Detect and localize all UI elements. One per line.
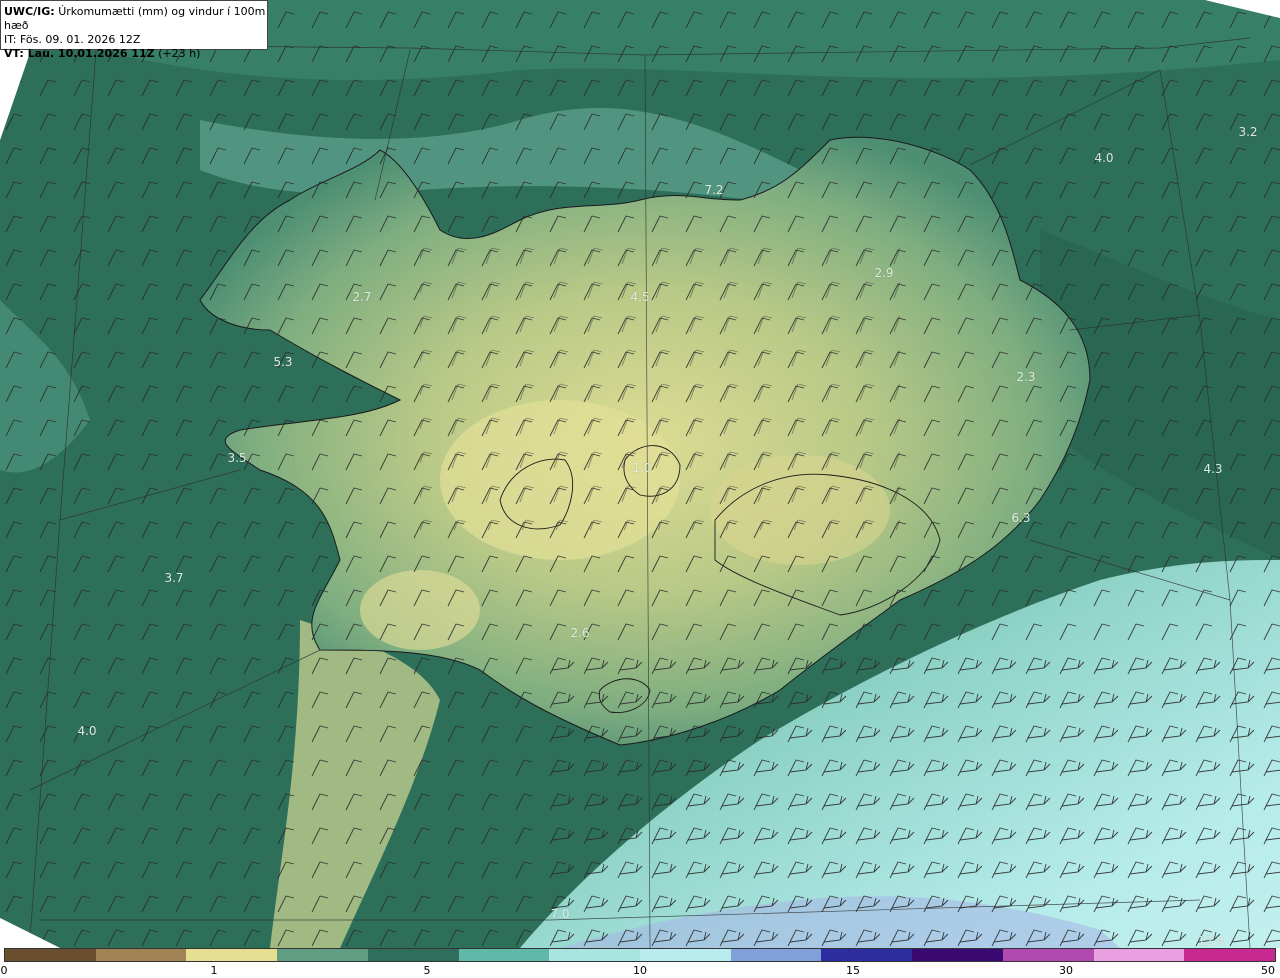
map-label: 3.7 — [164, 571, 184, 585]
colorbar-segment — [549, 949, 641, 961]
colorbar-tick: 0 — [0, 964, 8, 977]
map-label: 3.5 — [227, 451, 247, 465]
map-label: 4.3 — [1203, 462, 1223, 476]
colorbar-tick: 15 — [846, 964, 860, 977]
colorbar-tick: 5 — [423, 964, 431, 977]
map-title-box: UWC/IG: Úrkomumætti (mm) og vindur í 100… — [0, 0, 268, 60]
colorbar-tick: 1 — [210, 964, 218, 977]
colorbar-segment — [367, 949, 459, 961]
map-label: 7.0 — [550, 907, 570, 921]
map-label: 1.0 — [632, 461, 652, 475]
map-label: 3.2 — [1238, 125, 1258, 139]
lead-time: (+23 h) — [158, 47, 201, 60]
colorbar-segment — [640, 949, 731, 961]
forecast-map: 3.2 4.0 7.2 2.9 2.7 4.5 5.3 2.3 3.5 1.0 … — [0, 0, 1280, 948]
colorbar-tick: 50 — [1261, 964, 1275, 977]
valid-prefix: VT: — [4, 47, 28, 60]
map-label: 4.5 — [630, 290, 650, 304]
map-label: 7.2 — [704, 183, 724, 197]
map-label: 2.3 — [1016, 370, 1036, 384]
map-label: 4.0 — [1094, 151, 1114, 165]
colorbar-strip — [4, 948, 1276, 962]
map-label: 2.9 — [874, 266, 894, 280]
model-name: UWC/IG: — [4, 5, 55, 18]
wind-barbs-south — [540, 640, 1280, 948]
map-label: 2.6 — [570, 626, 590, 640]
valid-time: Lau. 10.01.2026 11Z — [27, 47, 155, 60]
title-line: UWC/IG: Úrkomumætti (mm) og vindur í 100… — [4, 5, 267, 33]
valid-time-line: VT: Lau. 10.01.2026 11Z (+23 h) — [4, 47, 267, 61]
colorbar: 0 1 5 10 15 30 50 — [0, 948, 1280, 978]
colorbar-segment — [730, 949, 822, 961]
colorbar-segment — [458, 949, 550, 961]
colorbar-segment — [1002, 949, 1094, 961]
map-label: 4.0 — [77, 724, 97, 738]
colorbar-segment — [1184, 949, 1276, 961]
colorbar-tick: 30 — [1059, 964, 1073, 977]
map-label: 2.7 — [352, 290, 372, 304]
colorbar-segment — [95, 949, 187, 961]
init-time: IT: Fös. 09. 01. 2026 12Z — [4, 33, 141, 46]
colorbar-segment — [277, 949, 368, 961]
map-label: 5.3 — [273, 355, 293, 369]
map-label: 12.4 — [1197, 934, 1225, 948]
wind-barbs-interior — [420, 230, 900, 530]
colorbar-segment — [1093, 949, 1185, 961]
colorbar-segment — [5, 949, 96, 961]
colorbar-tick: 10 — [633, 964, 647, 977]
colorbar-segment — [912, 949, 1003, 961]
colorbar-segment — [821, 949, 913, 961]
map-label: 6.3 — [1011, 511, 1031, 525]
colorbar-segment — [186, 949, 278, 961]
